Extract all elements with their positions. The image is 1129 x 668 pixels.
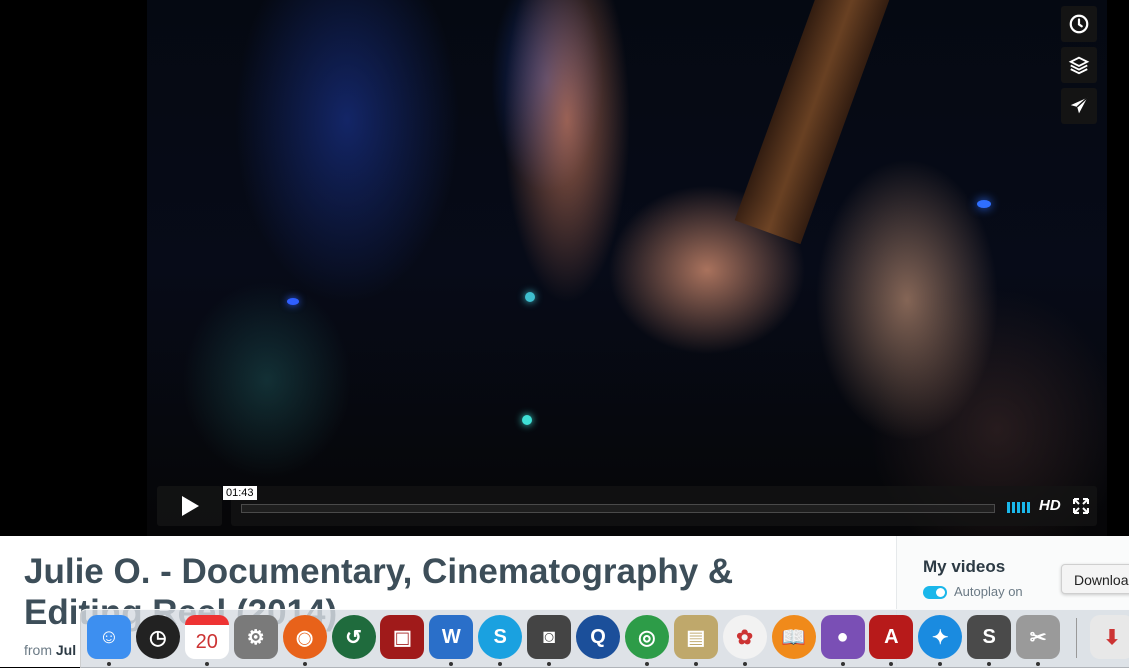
running-indicator bbox=[498, 662, 503, 666]
play-icon bbox=[181, 496, 199, 516]
dock-glyph: ◷ bbox=[149, 626, 167, 649]
chrome-icon[interactable]: ◎ bbox=[624, 615, 669, 659]
running-indicator bbox=[547, 662, 552, 666]
byline: from Jul bbox=[24, 642, 76, 658]
downloads-icon[interactable]: ⬇ bbox=[1090, 615, 1129, 659]
dock-glyph: ● bbox=[836, 625, 849, 648]
download-tooltip: Download bbox=[1061, 564, 1129, 594]
photos-icon[interactable]: ✿ bbox=[722, 615, 767, 659]
player-controls: HD 01:43 bbox=[157, 486, 1097, 526]
running-indicator bbox=[302, 662, 307, 666]
progress-track[interactable] bbox=[241, 504, 995, 513]
firefox-icon[interactable]: ◉ bbox=[282, 615, 327, 659]
dock-glyph: ⬇ bbox=[1103, 626, 1121, 649]
dock-glyph: S bbox=[982, 625, 996, 648]
dock-glyph: ◙ bbox=[543, 625, 556, 648]
dashboard-icon[interactable]: ◷ bbox=[135, 615, 180, 659]
clock-icon bbox=[1069, 14, 1089, 34]
autoplay-toggle[interactable] bbox=[923, 586, 947, 599]
dock-glyph: ✂ bbox=[1029, 626, 1047, 649]
dock-glyph: ▤ bbox=[686, 626, 706, 649]
dock-glyph: 20 bbox=[195, 630, 218, 653]
light-dot bbox=[522, 415, 532, 425]
running-indicator bbox=[204, 662, 209, 666]
dock-glyph: ◎ bbox=[638, 626, 656, 649]
hd-button[interactable]: HD bbox=[1039, 497, 1061, 514]
video-player[interactable]: HD 01:43 bbox=[0, 0, 1129, 536]
running-indicator bbox=[693, 662, 698, 666]
light-dot bbox=[287, 298, 299, 305]
dock-glyph: ✿ bbox=[736, 626, 754, 649]
my-videos-heading: My videos bbox=[923, 557, 1006, 576]
dock-glyph: ⚙ bbox=[246, 626, 265, 649]
share-button[interactable] bbox=[1061, 88, 1097, 124]
camera-icon[interactable]: ◙ bbox=[527, 615, 572, 659]
photo-booth-icon[interactable]: ▣ bbox=[380, 615, 425, 659]
watch-later-button[interactable] bbox=[1061, 6, 1097, 42]
running-indicator bbox=[449, 662, 454, 666]
macos-dock: ☺ ◷ 20 ⚙ ◉ ↺ ▣ W S ◙ Q ◎ ▤ ✿ 📖 ● A ✦ S ✂ ⬇ bbox=[80, 609, 1129, 668]
acrobat-icon[interactable]: A bbox=[869, 615, 914, 659]
dock-glyph: A bbox=[884, 625, 899, 648]
guitar-neck-shape bbox=[734, 0, 890, 245]
dock-glyph: W bbox=[441, 625, 461, 648]
running-indicator bbox=[742, 662, 747, 666]
quicktime-icon[interactable]: Q bbox=[576, 615, 620, 659]
dock-glyph: ☺ bbox=[98, 625, 120, 648]
dock-glyph: Q bbox=[590, 625, 606, 648]
calendar-icon[interactable]: 20 bbox=[184, 615, 229, 659]
dock-glyph: ✦ bbox=[931, 626, 949, 649]
layers-icon bbox=[1068, 56, 1090, 75]
running-indicator bbox=[889, 662, 894, 666]
github-icon[interactable]: ● bbox=[820, 615, 865, 659]
dock-glyph: 📖 bbox=[781, 626, 807, 649]
sublime-icon[interactable]: S bbox=[967, 615, 1012, 659]
video-frame[interactable] bbox=[147, 0, 1107, 536]
safari-icon[interactable]: ✦ bbox=[918, 615, 963, 659]
dock-divider bbox=[1076, 618, 1077, 658]
autoplay-label: Autoplay on bbox=[954, 584, 1023, 599]
collections-button[interactable] bbox=[1061, 47, 1097, 83]
play-button[interactable] bbox=[157, 486, 222, 526]
time-machine-icon[interactable]: ↺ bbox=[331, 615, 376, 659]
light-dot bbox=[525, 292, 535, 302]
scissors-icon[interactable]: ✂ bbox=[1016, 615, 1061, 659]
skype-icon[interactable]: S bbox=[478, 615, 523, 659]
timecode-tooltip: 01:43 bbox=[223, 486, 257, 500]
word-icon[interactable]: W bbox=[429, 615, 474, 659]
ibooks-icon[interactable]: 📖 bbox=[771, 615, 816, 659]
running-indicator bbox=[938, 662, 943, 666]
volume-control[interactable] bbox=[1007, 502, 1030, 513]
dock-glyph: ◉ bbox=[295, 626, 314, 649]
running-indicator bbox=[987, 662, 992, 666]
preview-icon[interactable]: ▤ bbox=[673, 615, 718, 659]
author-link[interactable]: Jul bbox=[56, 642, 76, 658]
gear-icon[interactable]: ⚙ bbox=[233, 615, 278, 659]
running-indicator bbox=[1036, 662, 1041, 666]
paper-plane-icon bbox=[1070, 97, 1088, 114]
dock-glyph: ↺ bbox=[345, 626, 362, 649]
light-dot bbox=[977, 200, 991, 208]
running-indicator bbox=[644, 662, 649, 666]
dock-glyph: ▣ bbox=[392, 626, 412, 649]
fullscreen-icon[interactable] bbox=[1073, 498, 1089, 514]
running-indicator bbox=[840, 662, 845, 666]
running-indicator bbox=[107, 662, 111, 666]
dock-glyph: S bbox=[493, 625, 507, 648]
finder-icon[interactable]: ☺ bbox=[87, 615, 131, 659]
from-label: from bbox=[24, 642, 52, 658]
control-bar: HD bbox=[231, 486, 1097, 526]
